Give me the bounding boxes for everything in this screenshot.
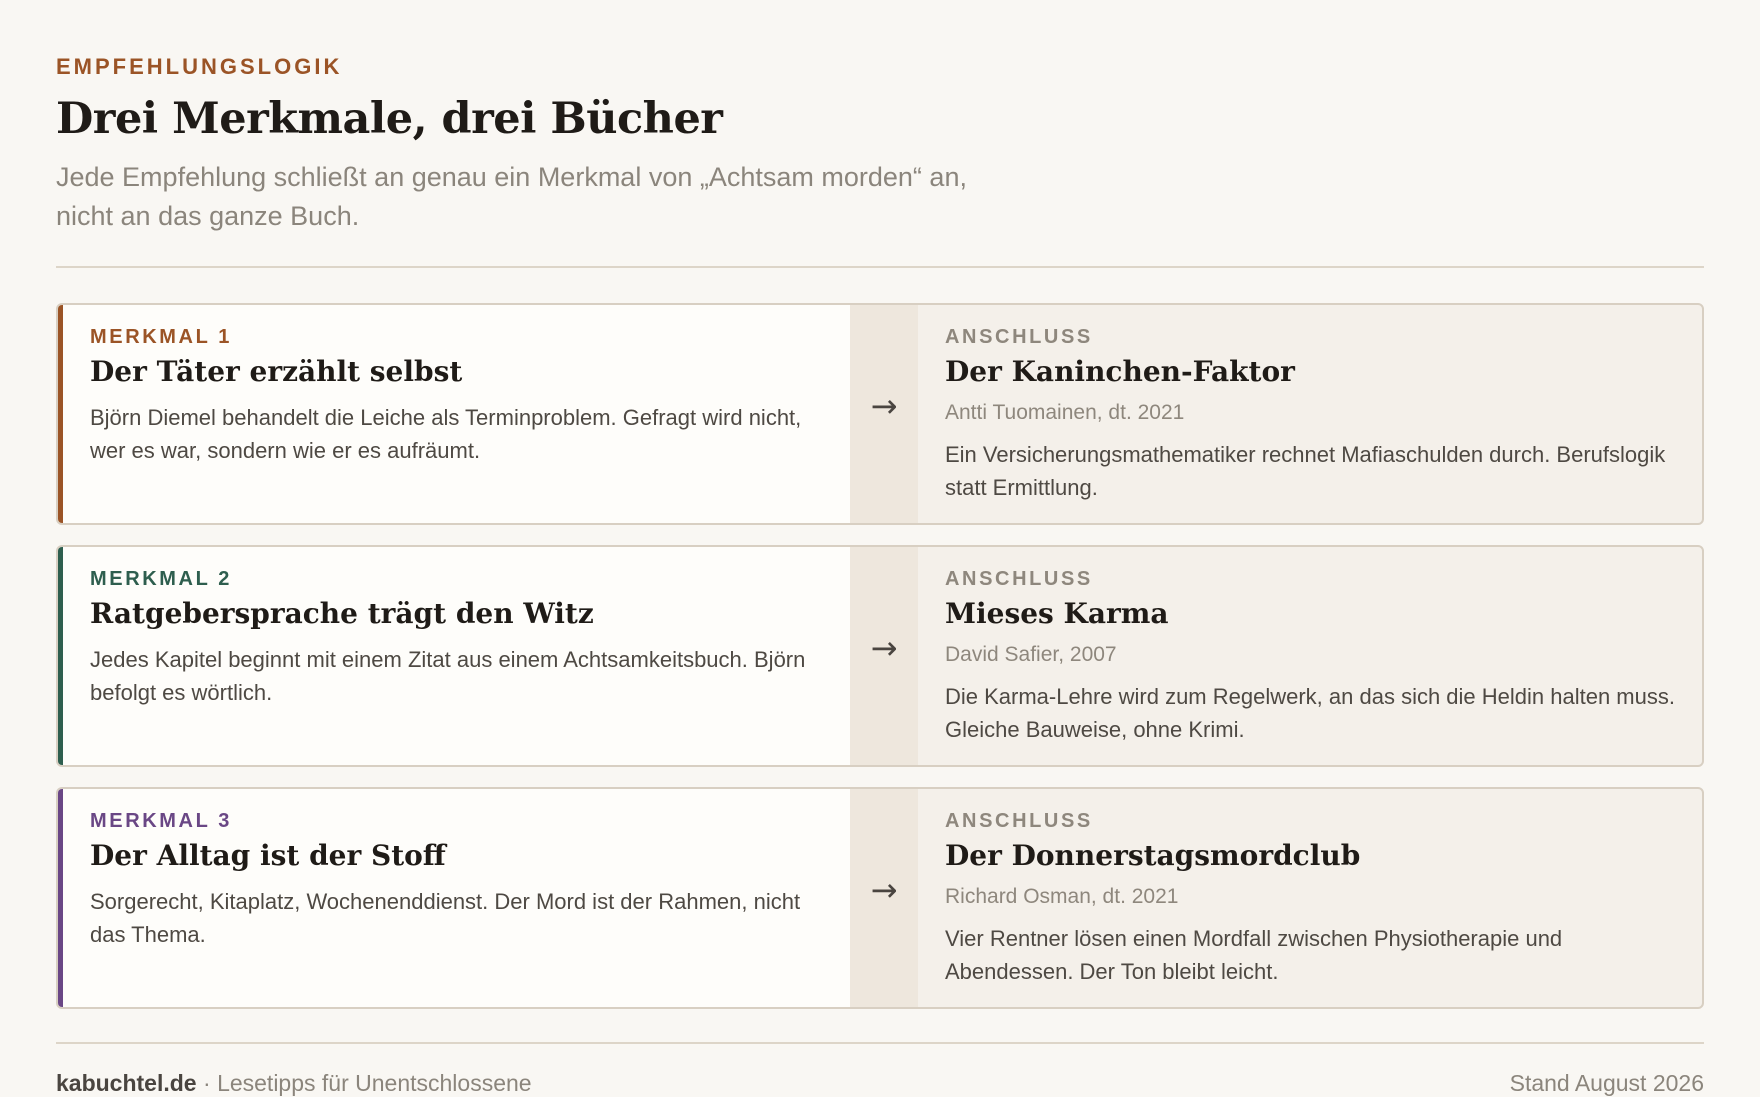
book-card: ANSCHLUSS Mieses Karma David Safier, 200… xyxy=(918,547,1702,765)
page-subtitle: Jede Empfehlung schließt an genau ein Me… xyxy=(56,162,967,231)
arrow-right-icon: → xyxy=(870,387,898,425)
feature-description: Jedes Kapitel beginnt mit einem Zitat au… xyxy=(90,647,806,705)
connector: → xyxy=(850,305,918,523)
arrow-right-icon: → xyxy=(870,629,898,667)
feature-description: Björn Diemel behandelt die Leiche als Te… xyxy=(90,405,802,463)
feature-title: Ratgebersprache trägt den Witz xyxy=(90,597,594,630)
book-description: Ein Versicherungsmathematiker rechnet Ma… xyxy=(945,442,1666,500)
match-label: ANSCHLUSS xyxy=(945,810,1093,832)
book-title: Mieses Karma xyxy=(945,597,1169,630)
feature-label: MERKMAL 1 xyxy=(90,326,232,348)
footer-status: Stand August 2026 xyxy=(1509,1070,1704,1096)
recommendation-row: MERKMAL 2 Ratgebersprache trägt den Witz… xyxy=(56,545,1704,767)
recommendation-list: MERKMAL 1 Der Täter erzählt selbst Björn… xyxy=(56,303,1704,1029)
connector: → xyxy=(850,547,918,765)
footer-tagline: Lesetipps für Unentschlossene xyxy=(217,1070,532,1096)
recommendation-row: MERKMAL 1 Der Täter erzählt selbst Björn… xyxy=(56,303,1704,525)
feature-card: MERKMAL 3 Der Alltag ist der Stoff Sorge… xyxy=(63,789,850,1007)
feature-card: MERKMAL 2 Ratgebersprache trägt den Witz… xyxy=(63,547,850,765)
match-label: ANSCHLUSS xyxy=(945,568,1093,590)
footer-credit: kabuchtel.de · Lesetipps für Unentschlos… xyxy=(56,1070,532,1097)
arrow-right-icon: → xyxy=(870,871,898,909)
footer-separator: · xyxy=(196,1070,218,1096)
match-label: ANSCHLUSS xyxy=(945,326,1093,348)
book-title: Der Donnerstagsmordclub xyxy=(945,839,1361,872)
section-eyebrow: EMPFEHLUNGSLOGIK xyxy=(56,54,343,79)
feature-label: MERKMAL 2 xyxy=(90,568,232,590)
feature-label: MERKMAL 3 xyxy=(90,810,232,832)
site-name-link[interactable]: kabuchtel.de xyxy=(56,1070,197,1096)
book-author-meta: David Safier, 2007 xyxy=(945,643,1117,666)
book-description: Die Karma-Lehre wird zum Regelwerk, an d… xyxy=(945,684,1675,742)
book-title: Der Kaninchen-Faktor xyxy=(945,355,1295,388)
book-author-meta: Richard Osman, dt. 2021 xyxy=(945,885,1179,908)
connector: → xyxy=(850,789,918,1007)
feature-description: Sorgerecht, Kitaplatz, Wochenenddienst. … xyxy=(90,889,801,947)
footer-divider xyxy=(56,1042,1704,1044)
book-card: ANSCHLUSS Der Kaninchen-Faktor Antti Tuo… xyxy=(918,305,1702,523)
page-title: Drei Merkmale, drei Bücher xyxy=(56,94,723,144)
feature-title: Der Alltag ist der Stoff xyxy=(90,839,446,872)
feature-card: MERKMAL 1 Der Täter erzählt selbst Björn… xyxy=(63,305,850,523)
recommendation-row: MERKMAL 3 Der Alltag ist der Stoff Sorge… xyxy=(56,787,1704,1009)
feature-title: Der Täter erzählt selbst xyxy=(90,355,463,388)
book-card: ANSCHLUSS Der Donnerstagsmordclub Richar… xyxy=(918,789,1702,1007)
book-author-meta: Antti Tuomainen, dt. 2021 xyxy=(945,401,1185,424)
header-divider xyxy=(56,266,1704,268)
book-description: Vier Rentner lösen einen Mordfall zwisch… xyxy=(945,926,1563,984)
